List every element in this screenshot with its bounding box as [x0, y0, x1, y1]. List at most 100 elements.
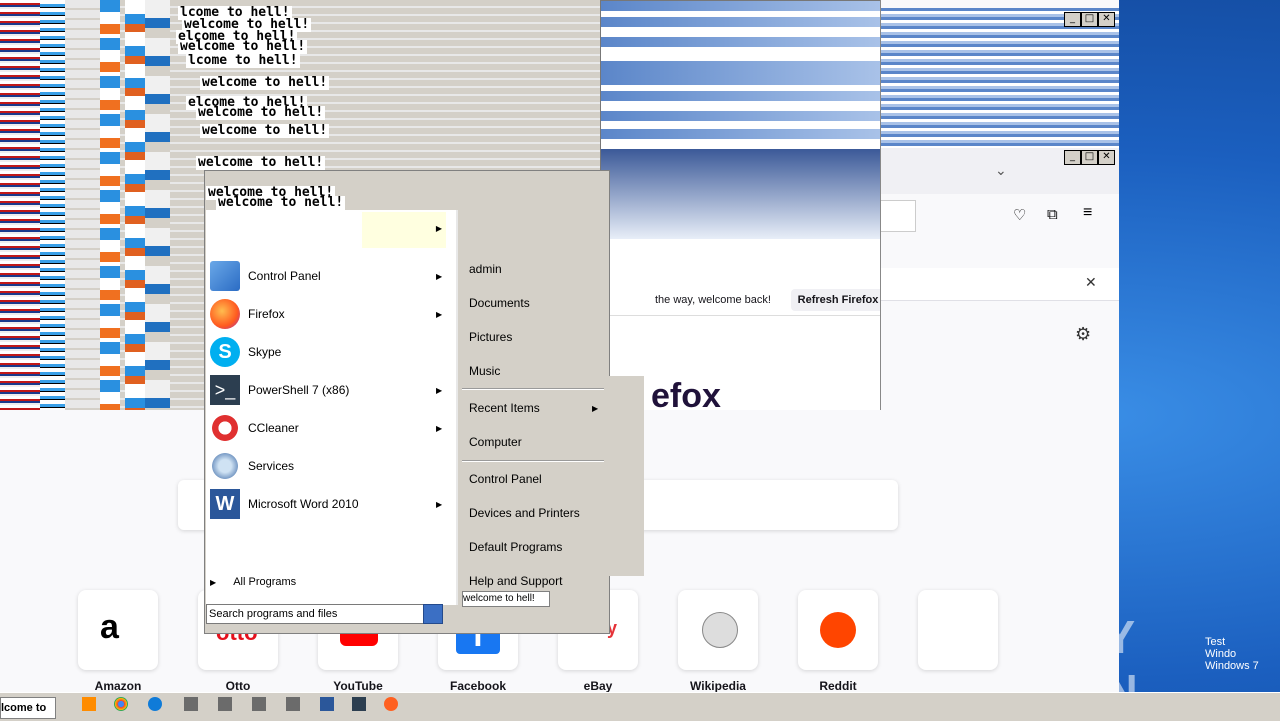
shortcut-label: Otto — [225, 679, 251, 693]
places-item[interactable]: Computer — [469, 435, 522, 449]
submenu-arrow-icon: ▶ — [435, 224, 442, 233]
program-label: Control Panel — [248, 269, 321, 283]
program-label: PowerShell 7 (x86) — [248, 383, 350, 397]
window-icon[interactable] — [252, 697, 266, 711]
media-player-icon[interactable] — [82, 697, 96, 711]
shortcut-tile[interactable] — [798, 590, 878, 670]
glitch-text: welcome to hell! — [196, 105, 326, 120]
menu-icon[interactable]: ≡ — [1083, 204, 1092, 222]
shortcut-tile[interactable] — [678, 590, 758, 670]
skype-icon: S — [210, 337, 240, 367]
menu-shadow — [608, 376, 644, 576]
glitch-text: lcome to hell! — [186, 53, 300, 68]
url-bar[interactable] — [881, 200, 916, 232]
start-menu-title: welcome to nell! — [216, 195, 346, 210]
highlight-item[interactable]: ▶ — [362, 212, 446, 248]
close-window-button[interactable]: ✕ — [1098, 150, 1115, 165]
glitch-text: welcome to hell! — [196, 155, 326, 170]
powershell-icon: >_ — [210, 375, 240, 405]
search-input[interactable]: Search programs and files — [206, 604, 424, 624]
minimize-button[interactable]: _ — [1064, 12, 1081, 27]
window-icon[interactable] — [286, 697, 300, 711]
shortcut-label: Amazon — [94, 679, 142, 693]
taskbar: lcome to — [0, 692, 1280, 721]
program-ccleaner[interactable]: CCleaner — [210, 411, 450, 445]
submenu-arrow-icon: ▶ — [592, 404, 599, 413]
corner-text: Test Windo Windows 7 — [1205, 636, 1275, 672]
shortcut-label: Reddit — [819, 679, 857, 693]
glitch-text: welcome to hell! — [200, 123, 330, 138]
glitch-strip — [100, 0, 120, 410]
places-item[interactable]: admin — [469, 262, 502, 276]
corner-line: Windo — [1205, 648, 1237, 660]
places-item[interactable]: Help and Support — [469, 574, 562, 588]
places-item[interactable]: Devices and Printers — [469, 506, 580, 520]
places-item[interactable]: Documents — [469, 296, 530, 310]
program-label: Services — [248, 459, 295, 473]
ccleaner-icon — [210, 413, 240, 443]
powershell-icon[interactable] — [352, 697, 366, 711]
glitch-strip — [0, 0, 40, 410]
program-firefox[interactable]: Firefox — [210, 297, 450, 331]
places-item-recent[interactable]: Recent Items — [469, 401, 540, 415]
window-icon[interactable] — [184, 697, 198, 711]
program-control-panel[interactable]: Control Panel — [210, 259, 450, 293]
shutdown-button[interactable]: welcome to hell! — [462, 591, 550, 607]
maximize-button[interactable]: □ — [1081, 150, 1098, 165]
pane-divider — [456, 210, 458, 605]
glitch-strip — [125, 0, 145, 410]
shortcut-label: YouTube — [333, 679, 383, 693]
places-item[interactable]: Music — [469, 364, 500, 378]
search-icon[interactable] — [423, 604, 443, 624]
close-window-button[interactable]: ✕ — [1098, 12, 1115, 27]
notification-bar: the way, welcome back! Refresh Firefox — [601, 249, 881, 316]
firefox-icon — [210, 299, 240, 329]
control-panel-icon — [210, 261, 240, 291]
program-label: Skype — [248, 345, 282, 359]
corner-line: Windows 7 — [1205, 660, 1259, 672]
maximize-button[interactable]: □ — [1081, 12, 1098, 27]
reddit-icon — [820, 612, 856, 648]
extensions-icon[interactable]: ⧉ — [1047, 206, 1058, 223]
amazon-icon: a — [100, 608, 119, 646]
chrome-icon[interactable] — [114, 697, 128, 711]
edge-icon[interactable] — [148, 697, 162, 711]
shortcut-tile-empty[interactable] — [918, 590, 998, 670]
program-label: Firefox — [248, 307, 285, 321]
submenu-arrow-icon: ▶ — [436, 272, 443, 281]
places-item[interactable]: Control Panel — [469, 472, 542, 486]
corner-line: Test — [1205, 636, 1226, 648]
services-icon — [210, 451, 240, 481]
submenu-arrow-icon: ▶ — [436, 386, 443, 395]
gear-icon[interactable]: ⚙ — [1075, 324, 1091, 345]
pocket-icon[interactable]: ♡ — [1013, 206, 1026, 224]
all-programs-button[interactable]: ▶ All Programs — [210, 576, 296, 588]
glitch-strip — [65, 0, 105, 410]
submenu-arrow-icon: ▶ — [436, 310, 443, 319]
start-button[interactable]: lcome to — [0, 697, 56, 719]
program-skype[interactable]: S Skype — [210, 335, 450, 369]
glitch-text: welcome to hell! — [178, 39, 308, 54]
program-label: Microsoft Word 2010 — [248, 497, 359, 511]
shortcut-label: Wikipedia — [690, 679, 746, 693]
close-icon[interactable]: ✕ — [1085, 274, 1097, 291]
program-powershell[interactable]: >_ PowerShell 7 (x86) — [210, 373, 450, 407]
firefox-icon[interactable] — [384, 697, 398, 711]
window-icon[interactable] — [218, 697, 232, 711]
chevron-down-icon[interactable]: ⌄ — [995, 162, 1007, 179]
glitch-text: welcome to hell! — [200, 75, 330, 90]
minimize-button[interactable]: _ — [1064, 150, 1081, 165]
wikipedia-icon — [702, 612, 738, 648]
edit-icon[interactable] — [320, 697, 334, 711]
refresh-firefox-button[interactable]: Refresh Firefox — [791, 289, 881, 311]
all-programs-label: All Programs — [233, 576, 297, 588]
places-item[interactable]: Default Programs — [469, 540, 562, 554]
places-item[interactable]: Pictures — [469, 330, 512, 344]
program-word[interactable]: W Microsoft Word 2010 — [210, 487, 450, 521]
separator — [462, 388, 604, 390]
program-services[interactable]: Services — [210, 449, 450, 483]
glitch-strip — [40, 0, 65, 410]
shortcut-tile[interactable]: a — [78, 590, 158, 670]
notification-bar: ✕ — [881, 268, 1119, 301]
submenu-arrow-icon: ▶ — [436, 424, 443, 433]
